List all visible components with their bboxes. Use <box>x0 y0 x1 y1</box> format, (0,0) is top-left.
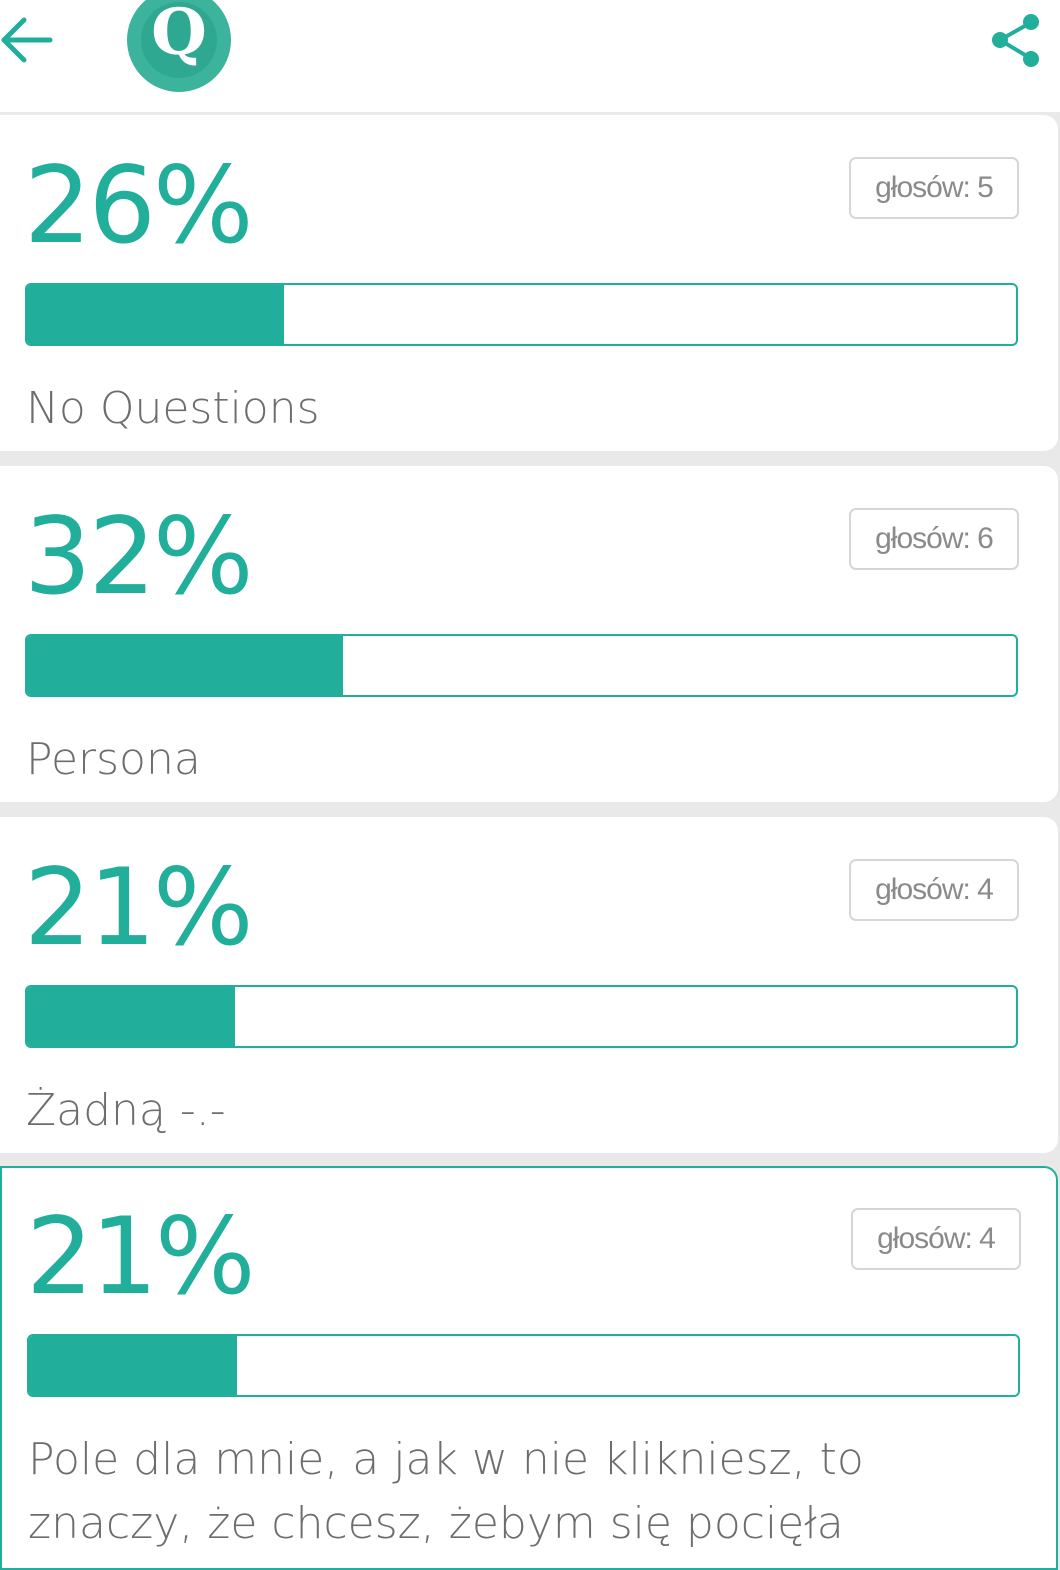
share-icon <box>992 14 1039 67</box>
progress-fill <box>27 285 285 344</box>
votes-badge: głosów: 6 <box>849 508 1019 570</box>
progress-bar <box>27 1334 1020 1397</box>
poll-option-card-selected[interactable]: 21% głosów: 4 Pole dla mnie, a jak w nie… <box>0 1166 1058 1570</box>
progress-bar <box>25 634 1018 697</box>
percent-value: 26% <box>24 144 254 267</box>
option-label: Persona <box>26 734 201 785</box>
progress-fill <box>29 1336 237 1395</box>
percent-value: 32% <box>24 495 254 618</box>
poll-option-card[interactable]: 32% głosów: 6 Persona <box>0 466 1058 802</box>
progress-bar <box>25 985 1018 1048</box>
percent-value: 21% <box>26 1195 256 1318</box>
progress-fill <box>27 987 235 1046</box>
top-bar: Q <box>0 0 1060 112</box>
percent-value: 21% <box>24 846 254 969</box>
option-label: Żadną -.- <box>26 1085 226 1136</box>
app-logo: Q <box>127 0 231 92</box>
option-label: Pole dla mnie, a jak w nie klikniesz, to… <box>28 1434 864 1549</box>
logo-letter: Q <box>151 0 207 70</box>
progress-fill <box>27 636 344 695</box>
poll-option-card[interactable]: 26% głosów: 5 No Questions <box>0 115 1058 451</box>
back-button[interactable] <box>0 10 60 70</box>
votes-badge: głosów: 4 <box>849 859 1019 921</box>
progress-bar <box>25 283 1018 346</box>
share-button[interactable] <box>988 10 1048 70</box>
option-label: No Questions <box>26 383 320 434</box>
votes-badge: głosów: 4 <box>851 1208 1021 1270</box>
poll-option-card[interactable]: 21% głosów: 4 Żadną -.- <box>0 817 1058 1153</box>
votes-badge: głosów: 5 <box>849 157 1019 219</box>
arrow-left-icon <box>1 17 53 63</box>
